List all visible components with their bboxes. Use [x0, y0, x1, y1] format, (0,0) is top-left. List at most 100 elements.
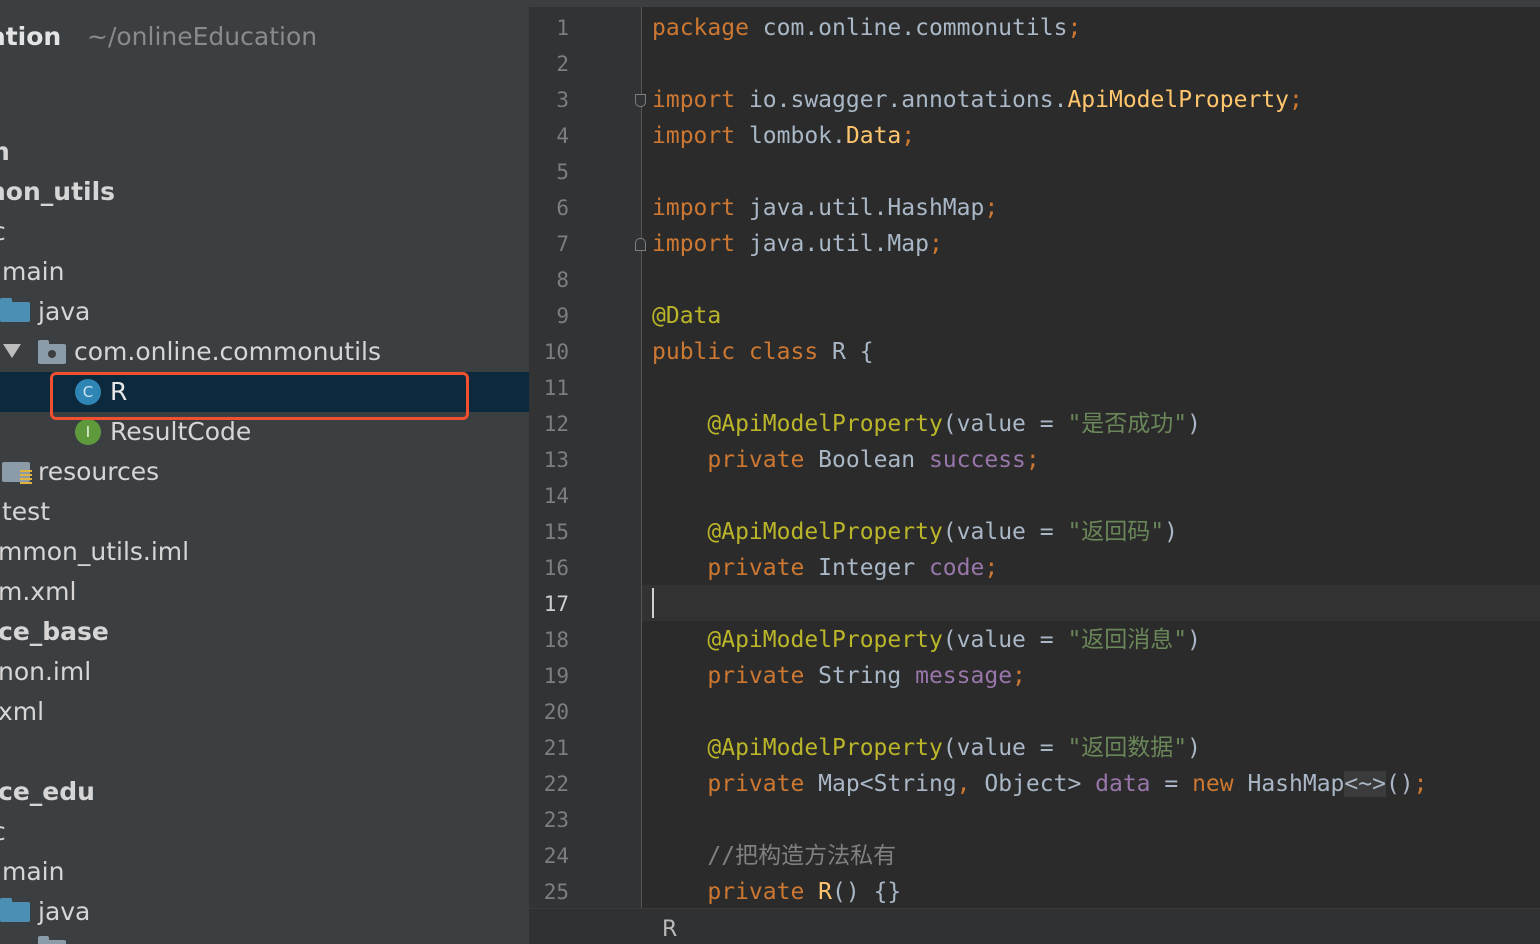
- text-token: =: [1025, 519, 1068, 545]
- project-name[interactable]: cation: [0, 22, 61, 52]
- semicolon-token: ;: [928, 231, 943, 257]
- line-number: 5: [556, 160, 569, 184]
- tree-item-main[interactable]: main: [0, 252, 529, 292]
- tree-item-pom-xml[interactable]: m.xml: [0, 572, 529, 612]
- tree-item-label: non.iml: [0, 657, 92, 686]
- line-number: 2: [556, 52, 569, 76]
- tree-item-src-2[interactable]: c: [0, 812, 529, 852]
- type-token: Integer: [804, 555, 929, 581]
- keyword-token: import: [652, 195, 736, 221]
- keyword-token: import: [652, 123, 736, 149]
- fold-marker-icon[interactable]: [635, 94, 646, 107]
- keyword-token: public class: [652, 339, 819, 365]
- text-token: (: [942, 519, 957, 545]
- tree-item-xml[interactable]: xml: [0, 692, 529, 732]
- fold-marker-icon[interactable]: [635, 238, 646, 251]
- string-token: "返回码": [1067, 519, 1165, 545]
- code-line-9[interactable]: @Data: [652, 298, 721, 334]
- text-token: java.util.Map: [735, 231, 929, 257]
- class-token: ApiModelProperty: [1067, 87, 1289, 113]
- line-number: 18: [543, 628, 569, 652]
- keyword-token: private: [707, 663, 805, 689]
- code-line-21[interactable]: @ApiModelProperty(value = "返回数据"): [652, 730, 1201, 766]
- param-token: value: [956, 411, 1026, 437]
- field-token: code: [928, 555, 985, 581]
- code-line-12[interactable]: @ApiModelProperty(value = "是否成功"): [652, 406, 1201, 442]
- text-token: lombok.: [735, 123, 846, 149]
- string-token: "返回数据": [1067, 735, 1188, 761]
- tree-item-service-edu[interactable]: ce_edu: [0, 772, 529, 812]
- tree-item-main-2[interactable]: main: [0, 852, 529, 892]
- code-line-1[interactable]: package com.online.commonutils;: [652, 10, 1081, 46]
- tree-item-package[interactable]: com.online.commonutils: [0, 332, 529, 372]
- string-token: "是否成功": [1067, 411, 1188, 437]
- code-line-4[interactable]: import lombok.Data;: [652, 118, 915, 154]
- code-editor[interactable]: 1 2 3 4 5 6 7 8 9 10 11 12 13 14 15 16 1…: [529, 0, 1540, 944]
- tree-item-module[interactable]: n: [0, 132, 529, 172]
- semicolon-token: ;: [1289, 87, 1303, 113]
- editor-top-border: [529, 0, 1540, 7]
- breadcrumb-class-r[interactable]: R: [662, 915, 677, 944]
- folder-icon: [0, 898, 30, 922]
- diamond-token[interactable]: <~>: [1344, 771, 1386, 797]
- annotation-token: @ApiModelProperty: [707, 627, 943, 653]
- text-token: ): [1187, 735, 1202, 761]
- text-token: ): [1187, 411, 1202, 437]
- text-token: (: [942, 627, 957, 653]
- tree-item-next-package[interactable]: [0, 932, 529, 944]
- text-token: ): [1164, 519, 1179, 545]
- line-number: 11: [543, 376, 569, 400]
- code-line-19[interactable]: private String message;: [652, 658, 1026, 694]
- annotation-token: @ApiModelProperty: [707, 519, 943, 545]
- code-line-13[interactable]: private Boolean success;: [652, 442, 1039, 478]
- code-line-22[interactable]: private Map<String, Object> data = new H…: [652, 766, 1428, 802]
- tree-item-common-utils[interactable]: non_utils: [0, 172, 529, 212]
- tree-item-common-iml[interactable]: non.iml: [0, 652, 529, 692]
- tree-item-label: com.online.commonutils: [74, 337, 381, 366]
- line-number-current: 17: [543, 592, 569, 616]
- text-token: com.online.commonutils: [748, 15, 1068, 41]
- tree-item-label: java: [38, 297, 91, 326]
- tree-item-label: ce_edu: [0, 777, 95, 806]
- field-token: data: [1095, 771, 1151, 797]
- param-token: value: [956, 627, 1026, 653]
- code-line-7[interactable]: import java.util.Map;: [652, 226, 943, 262]
- line-number: 8: [556, 268, 569, 292]
- code-line-3[interactable]: import io.swagger.annotations.ApiModelPr…: [652, 82, 1303, 118]
- comma-token: ,: [956, 771, 971, 797]
- text-token: io.swagger.annotations.: [735, 87, 1068, 113]
- tree-item-common-utils-iml[interactable]: mmon_utils.iml: [0, 532, 529, 572]
- line-number: 19: [543, 664, 569, 688]
- code-line-10[interactable]: public class R {: [652, 334, 874, 370]
- line-number: 7: [556, 232, 569, 256]
- breadcrumb-bar: R: [529, 908, 1540, 944]
- param-token: value: [956, 735, 1026, 761]
- tree-item-test[interactable]: test: [0, 492, 529, 532]
- package-icon: [38, 936, 66, 944]
- tree-item-java[interactable]: java: [0, 292, 529, 332]
- code-line-6[interactable]: import java.util.HashMap;: [652, 190, 998, 226]
- tree-item-label: c: [0, 216, 6, 248]
- tree-item-label: resources: [38, 457, 160, 486]
- code-line-18[interactable]: @ApiModelProperty(value = "返回消息"): [652, 622, 1201, 658]
- code-line-16[interactable]: private Integer code;: [652, 550, 998, 586]
- folder-icon: [0, 298, 30, 322]
- field-token: message: [915, 663, 1013, 689]
- keyword-token: private: [707, 447, 805, 473]
- tree-item-java-2[interactable]: java: [0, 892, 529, 932]
- annotation-token: @ApiModelProperty: [707, 411, 943, 437]
- tree-item-resources[interactable]: resources: [0, 452, 529, 492]
- text-token: =: [1025, 411, 1068, 437]
- tree-item-src[interactable]: c: [0, 212, 529, 252]
- code-line-25[interactable]: private R() {}: [652, 874, 901, 910]
- text-token: java.util.HashMap: [735, 195, 985, 221]
- expand-arrow-icon[interactable]: [3, 344, 21, 358]
- project-panel: cation ~/onlineEducation n non_utils c m…: [0, 0, 529, 944]
- tree-item-service-base[interactable]: ce_base: [0, 612, 529, 652]
- annotation-token: @Data: [652, 303, 722, 329]
- code-line-24[interactable]: //把构造方法私有: [652, 838, 896, 874]
- project-path: ~/onlineEducation: [87, 22, 318, 51]
- code-line-15[interactable]: @ApiModelProperty(value = "返回码"): [652, 514, 1178, 550]
- type-token: Map<String: [804, 771, 957, 797]
- annotation-token: @ApiModelProperty: [707, 735, 943, 761]
